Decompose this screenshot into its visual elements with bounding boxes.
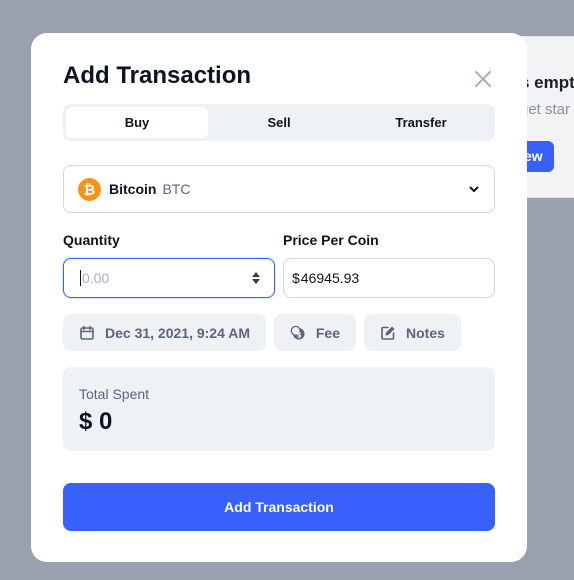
fee-label: Fee	[315, 324, 340, 341]
close-button[interactable]	[471, 67, 495, 91]
total-spent-label: Total Spent	[79, 386, 150, 402]
calendar-icon	[80, 325, 94, 340]
fee-coins-icon: $	[290, 325, 305, 340]
close-icon	[475, 71, 491, 87]
quantity-label: Quantity	[63, 232, 120, 248]
price-input[interactable]	[300, 270, 471, 286]
transaction-type-tabs: Buy Sell Transfer	[63, 104, 495, 141]
stepper-up-icon	[252, 272, 260, 277]
chevron-down-icon	[468, 183, 480, 195]
total-spent-panel: Total Spent $ 0	[63, 367, 495, 451]
quantity-input[interactable]	[80, 270, 220, 286]
date-picker-button[interactable]: Dec 31, 2021, 9:24 AM	[63, 314, 266, 351]
fee-button[interactable]: $ Fee	[274, 314, 356, 351]
coin-select[interactable]: ₿ Bitcoin BTC	[63, 165, 495, 213]
modal-title: Add Transaction	[63, 62, 252, 89]
coin-symbol: BTC	[162, 181, 191, 197]
date-value: Dec 31, 2021, 9:24 AM	[105, 324, 251, 341]
total-spent-value: $ 0	[79, 408, 113, 435]
tab-sell[interactable]: Sell	[208, 107, 350, 138]
svg-text:₿: ₿	[84, 182, 95, 198]
quantity-field	[63, 258, 275, 298]
quantity-stepper[interactable]	[252, 272, 260, 284]
background-empty-title: s empt	[520, 73, 574, 92]
svg-text:$: $	[297, 330, 302, 339]
notes-label: Notes	[406, 324, 445, 341]
tab-buy[interactable]: Buy	[66, 107, 208, 138]
edit-note-icon	[381, 326, 395, 340]
price-currency-prefix: $	[292, 270, 300, 286]
bitcoin-icon: ₿	[78, 177, 101, 201]
price-field: $	[283, 258, 495, 298]
stepper-down-icon	[252, 279, 260, 284]
tab-transfer[interactable]: Transfer	[350, 107, 492, 138]
notes-button[interactable]: Notes	[364, 314, 461, 351]
background-empty-subtitle: get star	[520, 101, 571, 118]
coin-name: Bitcoin	[109, 181, 157, 197]
add-transaction-modal: Add Transaction Buy Sell Transfer ₿ Bitc…	[31, 33, 527, 562]
add-transaction-button[interactable]: Add Transaction	[63, 483, 495, 531]
price-per-coin-label: Price Per Coin	[283, 232, 379, 248]
